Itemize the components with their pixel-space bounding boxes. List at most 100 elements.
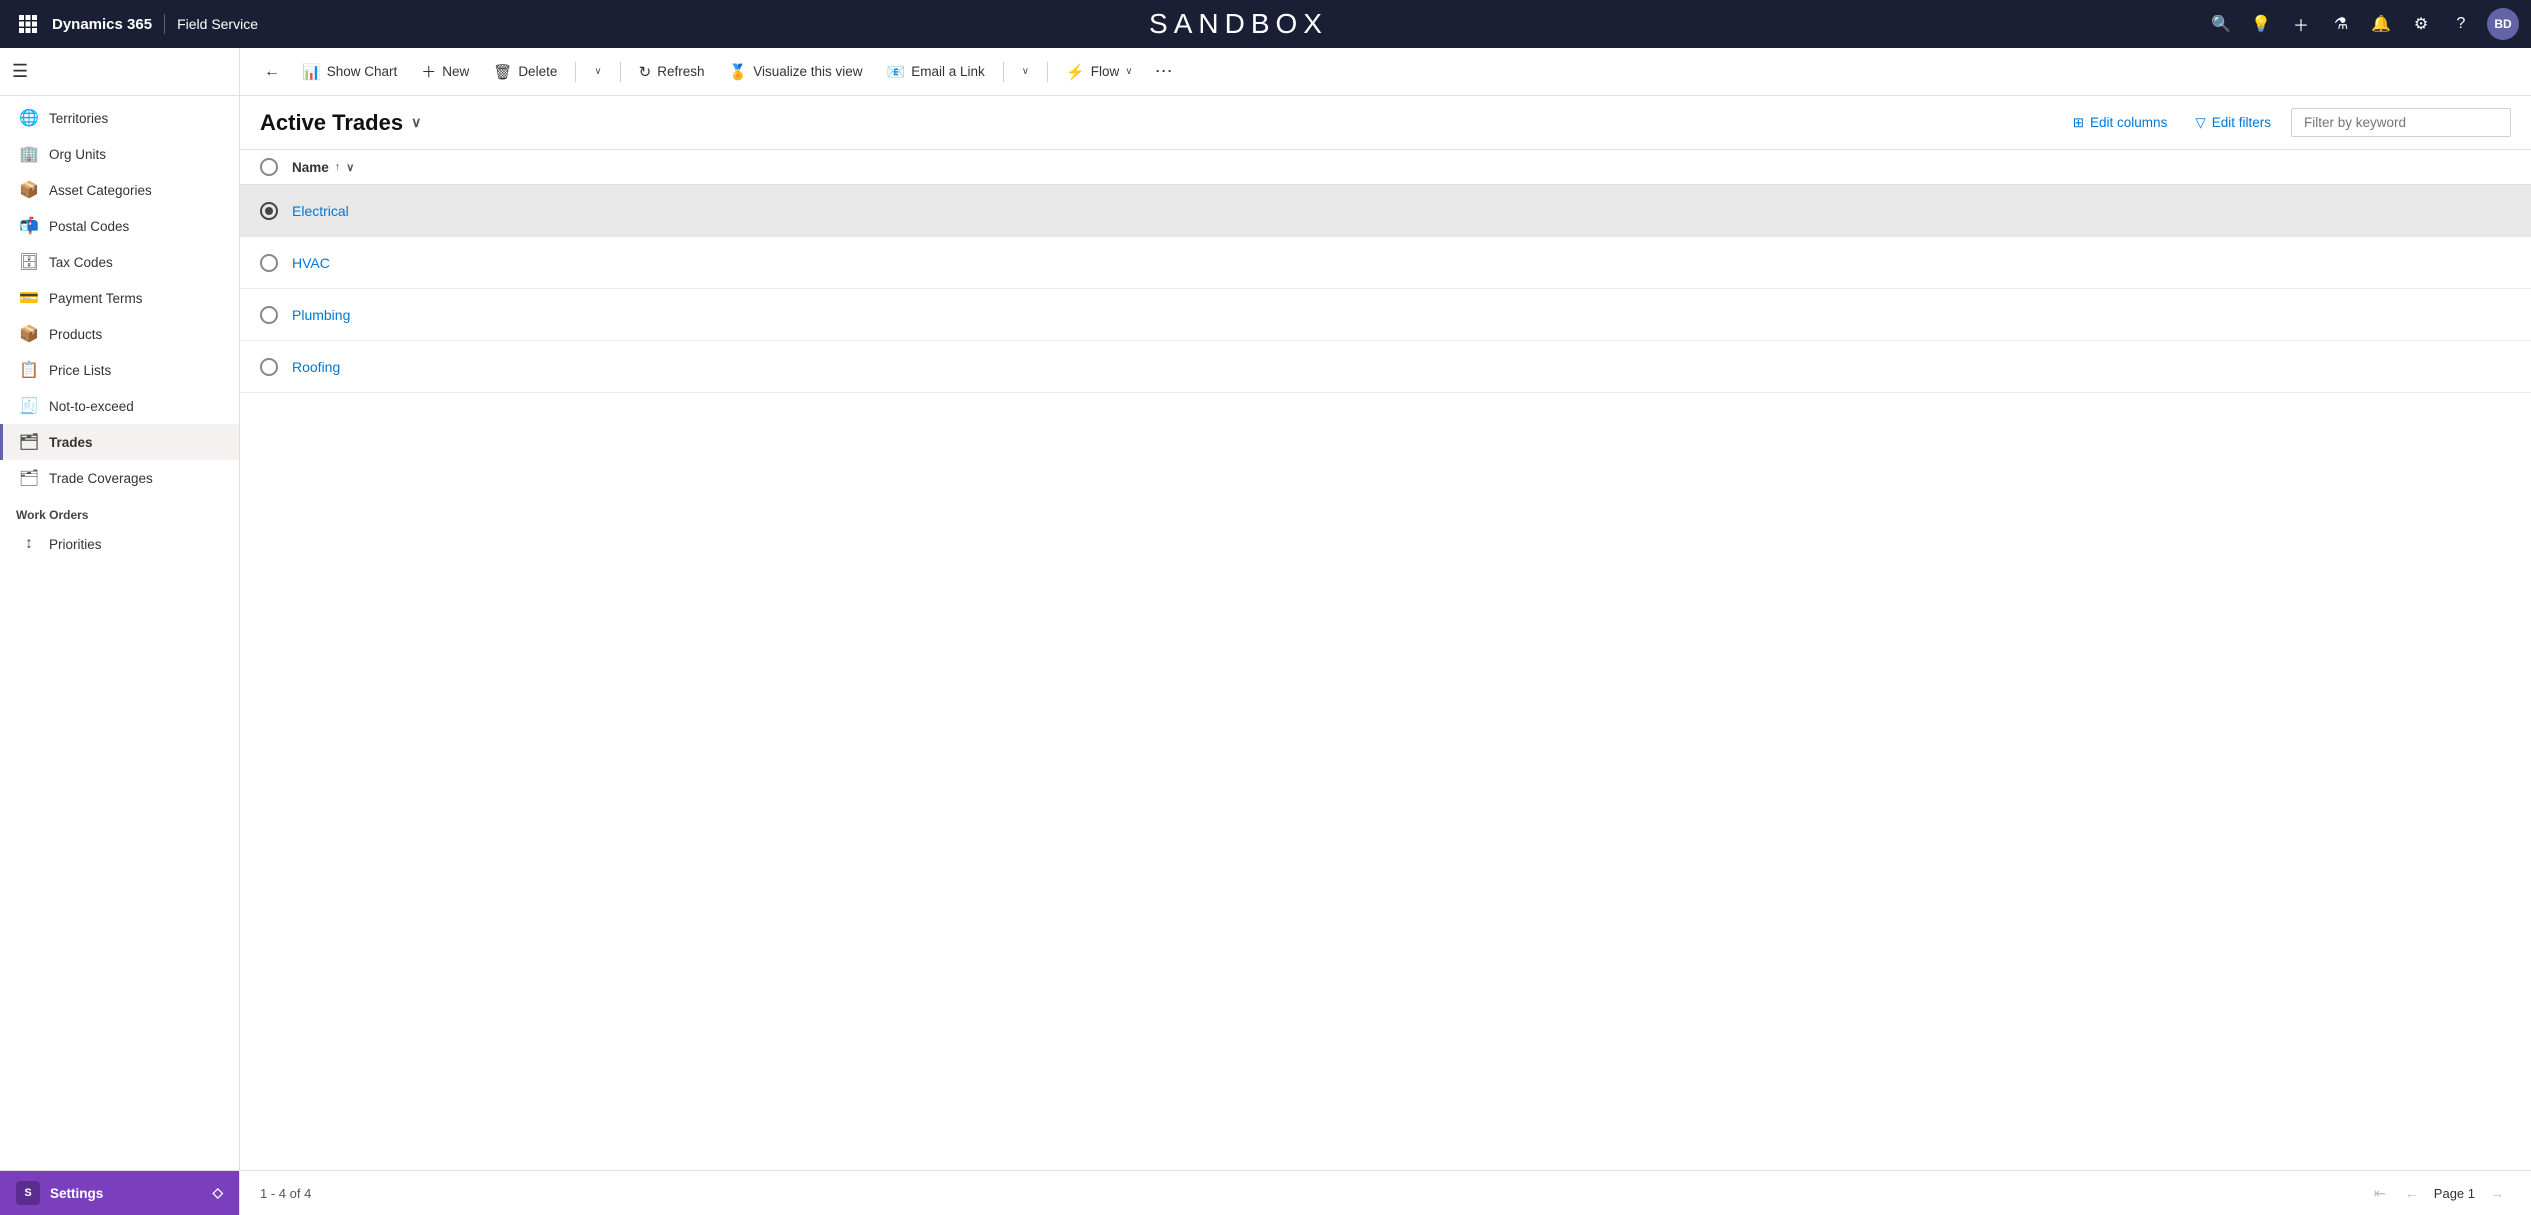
view-title[interactable]: Active Trades ∨ xyxy=(260,110,421,136)
table-row[interactable]: Roofing xyxy=(240,341,2531,393)
prev-page-button[interactable]: ← xyxy=(2398,1179,2426,1207)
hamburger-menu[interactable]: ☰ xyxy=(12,61,28,82)
sidebar-item-payment-terms[interactable]: 💳 Payment Terms xyxy=(0,280,239,316)
visualize-button[interactable]: 🏅 Visualize this view xyxy=(719,57,873,87)
dynamics-365-label[interactable]: Dynamics 365 xyxy=(52,16,152,33)
header-radio[interactable] xyxy=(260,158,278,176)
sidebar-item-priorities-label: Priorities xyxy=(49,537,102,552)
avatar[interactable]: BD xyxy=(2487,8,2519,40)
sidebar-bottom: S Settings ◇ xyxy=(0,1170,239,1215)
table-row[interactable]: Electrical xyxy=(240,185,2531,237)
new-icon: ＋ xyxy=(421,61,436,82)
table-area: Name ↑ ∨ Electrical HVAC xyxy=(240,150,2531,1170)
email-link-button[interactable]: 📧 Email a Link xyxy=(877,57,995,87)
sidebar-item-postal-codes-label: Postal Codes xyxy=(49,219,129,234)
sidebar-item-trades-label: Trades xyxy=(49,435,93,450)
dropdown-button-1[interactable]: ∨ xyxy=(584,60,611,83)
settings-left: S Settings xyxy=(16,1181,103,1205)
filter-icon[interactable]: ⚗ xyxy=(2323,6,2359,42)
sidebar-item-territories[interactable]: 🌐 Territories xyxy=(0,100,239,136)
sidebar-item-price-lists-label: Price Lists xyxy=(49,363,111,378)
lightbulb-icon[interactable]: 💡 xyxy=(2243,6,2279,42)
sidebar-item-priorities[interactable]: ↕ Priorities xyxy=(0,526,239,562)
sidebar-item-products[interactable]: 📦 Products xyxy=(0,316,239,352)
sort-asc-icon: ↑ xyxy=(335,161,341,173)
table-column-name[interactable]: Name ↑ ∨ xyxy=(292,160,354,175)
table-row[interactable]: Plumbing xyxy=(240,289,2531,341)
row-4-check[interactable] xyxy=(260,358,292,376)
sidebar-item-trades[interactable]: 🗂 Trades xyxy=(0,424,239,460)
row-2-check[interactable] xyxy=(260,254,292,272)
record-count: 1 - 4 of 4 xyxy=(260,1186,311,1201)
first-page-button[interactable]: ⇤ xyxy=(2366,1179,2394,1207)
row-3-link[interactable]: Plumbing xyxy=(292,307,350,323)
row-1-radio[interactable] xyxy=(260,202,278,220)
edit-columns-label: Edit columns xyxy=(2090,115,2167,130)
edit-columns-button[interactable]: ⊞ Edit columns xyxy=(2065,111,2176,135)
flow-button[interactable]: ⚡ Flow ∨ xyxy=(1056,57,1143,87)
sidebar-item-postal-codes[interactable]: 📬 Postal Codes xyxy=(0,208,239,244)
table-header-checkbox[interactable] xyxy=(260,158,292,176)
row-2-radio[interactable] xyxy=(260,254,278,272)
row-1-check[interactable] xyxy=(260,202,292,220)
sidebar-item-territories-label: Territories xyxy=(49,111,108,126)
new-label: New xyxy=(442,64,469,79)
edit-filters-button[interactable]: ▽ Edit filters xyxy=(2187,111,2279,135)
delete-icon: 🗑 xyxy=(493,63,512,81)
delete-button[interactable]: 🗑 Delete xyxy=(483,57,567,87)
not-to-exceed-icon: 🧾 xyxy=(19,396,39,416)
more-button[interactable]: ⋯ xyxy=(1147,55,1181,88)
settings-avatar: S xyxy=(16,1181,40,1205)
row-3-radio[interactable] xyxy=(260,306,278,324)
column-name-label: Name xyxy=(292,160,329,175)
sidebar: ☰ 🌐 Territories 🏢 Org Units 📦 Asset Cate… xyxy=(0,48,240,1215)
view-title-arrow-icon: ∨ xyxy=(411,114,421,131)
search-icon[interactable]: 🔍 xyxy=(2203,6,2239,42)
tax-codes-icon: 🗄 xyxy=(19,252,39,272)
settings-item[interactable]: S Settings ◇ xyxy=(0,1171,239,1215)
help-icon[interactable]: ? xyxy=(2443,6,2479,42)
sidebar-item-trade-coverages[interactable]: 🗂 Trade Coverages xyxy=(0,460,239,496)
back-button[interactable]: ← xyxy=(256,57,288,87)
dropdown-button-2[interactable]: ∨ xyxy=(1012,60,1039,83)
sidebar-item-org-units-label: Org Units xyxy=(49,147,106,162)
view-header: Active Trades ∨ ⊞ Edit columns ▽ Edit fi… xyxy=(240,96,2531,150)
sidebar-header: ☰ xyxy=(0,48,239,96)
work-orders-section-header: Work Orders xyxy=(0,496,239,526)
gear-icon[interactable]: ⚙ xyxy=(2403,6,2439,42)
trades-icon: 🗂 xyxy=(19,432,39,452)
new-button[interactable]: ＋ New xyxy=(411,55,479,88)
row-3-check[interactable] xyxy=(260,306,292,324)
sidebar-item-price-lists[interactable]: 📋 Price Lists xyxy=(0,352,239,388)
sidebar-item-not-to-exceed-label: Not-to-exceed xyxy=(49,399,134,414)
sidebar-item-asset-categories[interactable]: 📦 Asset Categories xyxy=(0,172,239,208)
main-container: ☰ 🌐 Territories 🏢 Org Units 📦 Asset Cate… xyxy=(0,48,2531,1215)
sidebar-item-tax-codes[interactable]: 🗄 Tax Codes xyxy=(0,244,239,280)
sidebar-item-tax-codes-label: Tax Codes xyxy=(49,255,113,270)
email-link-label: Email a Link xyxy=(911,64,985,79)
sort-dropdown-icon[interactable]: ∨ xyxy=(346,161,354,174)
refresh-icon: ↻ xyxy=(639,63,652,81)
filter-by-keyword-input[interactable] xyxy=(2291,108,2511,137)
brand-area: Dynamics 365 Field Service xyxy=(52,14,258,34)
row-4-radio[interactable] xyxy=(260,358,278,376)
sidebar-item-org-units[interactable]: 🏢 Org Units xyxy=(0,136,239,172)
sidebar-item-not-to-exceed[interactable]: 🧾 Not-to-exceed xyxy=(0,388,239,424)
refresh-button[interactable]: ↻ Refresh xyxy=(629,57,715,87)
table-header-row: Name ↑ ∨ xyxy=(240,150,2531,185)
table-row[interactable]: HVAC xyxy=(240,237,2531,289)
add-icon[interactable]: ＋ xyxy=(2283,6,2319,42)
waffle-menu[interactable] xyxy=(12,8,44,40)
payment-terms-icon: 💳 xyxy=(19,288,39,308)
sidebar-item-payment-terms-label: Payment Terms xyxy=(49,291,143,306)
row-4-link[interactable]: Roofing xyxy=(292,359,340,375)
trade-coverages-icon: 🗂 xyxy=(19,468,39,488)
module-label[interactable]: Field Service xyxy=(177,16,258,32)
next-page-button[interactable]: → xyxy=(2483,1179,2511,1207)
bell-icon[interactable]: 🔔 xyxy=(2363,6,2399,42)
row-2-link[interactable]: HVAC xyxy=(292,255,330,271)
cmd-separator-4 xyxy=(1047,62,1048,82)
show-chart-button[interactable]: 📊 Show Chart xyxy=(292,57,407,87)
row-1-link[interactable]: Electrical xyxy=(292,203,349,219)
edit-filters-label: Edit filters xyxy=(2212,115,2271,130)
